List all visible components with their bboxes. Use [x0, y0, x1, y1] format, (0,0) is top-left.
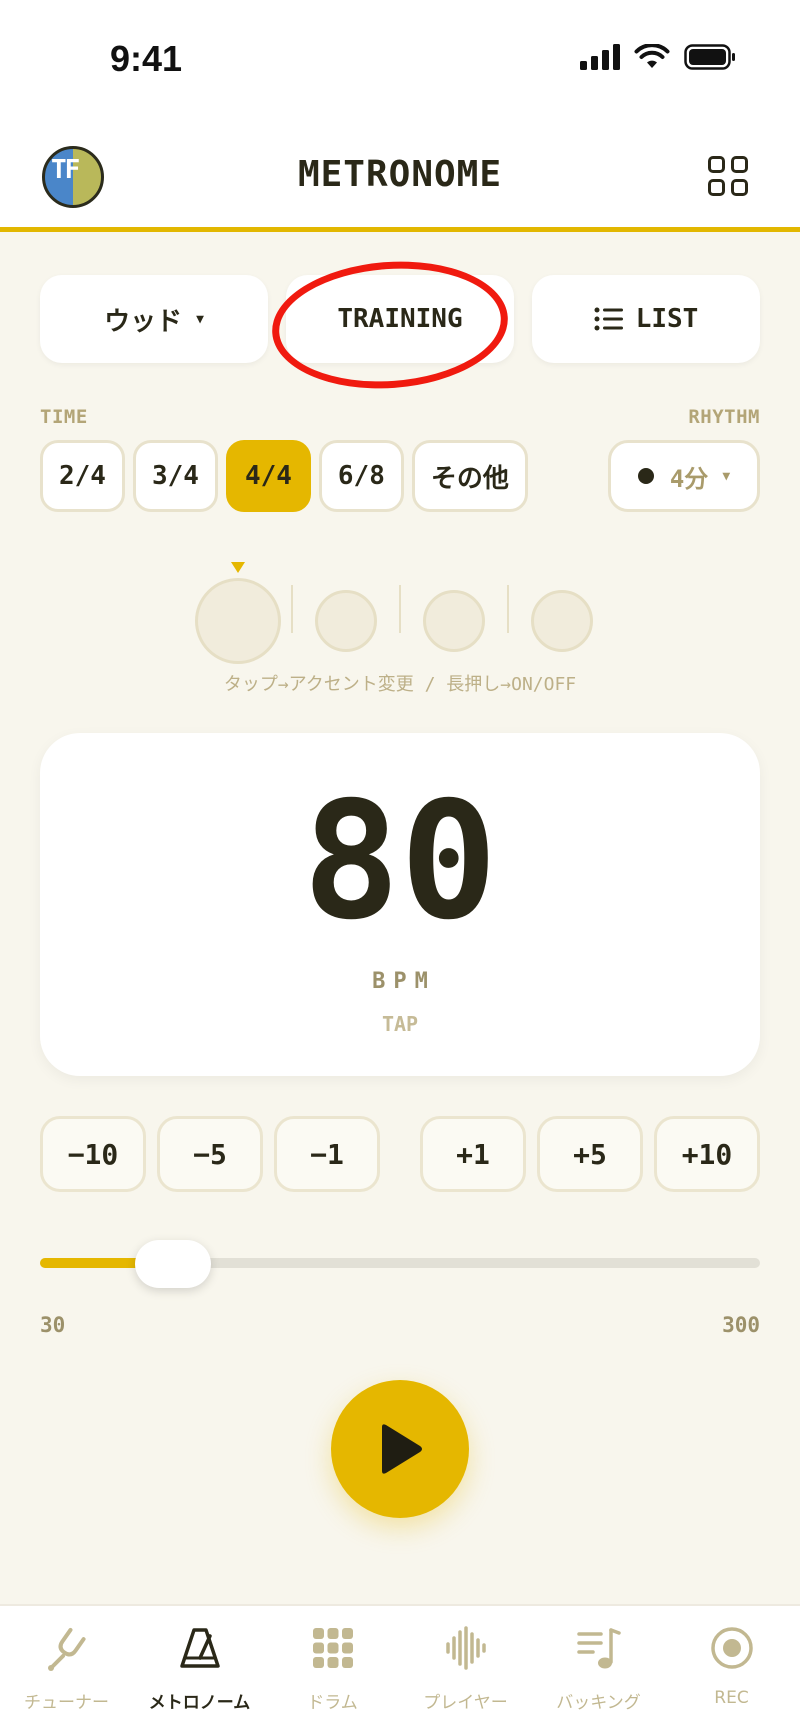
tab-label: メトロノーム: [148, 1693, 251, 1713]
bpm-display-card[interactable]: 80 BPM TAP: [40, 733, 760, 1076]
music-list-icon: [532, 1624, 665, 1672]
time-signature-group: 2/4 3/4 4/4 6/8 その他: [40, 440, 528, 512]
time-option-4-4[interactable]: 4/4: [225, 440, 311, 512]
bpm-value: 80: [302, 768, 498, 956]
time-section-label: TIME: [40, 406, 88, 428]
tab-label: プレイヤー: [423, 1693, 508, 1713]
app-header: TF METRONOME: [0, 120, 800, 232]
tab-label: チューナー: [24, 1693, 109, 1713]
bpm-unit-label: BPM: [372, 969, 436, 994]
wifi-icon: [634, 44, 670, 68]
tab-tuner[interactable]: チューナー: [0, 1606, 133, 1734]
list-label: LIST: [635, 304, 699, 334]
list-button[interactable]: LIST: [532, 275, 760, 363]
time-option-6-8[interactable]: 6/8: [318, 440, 404, 512]
status-icons: [580, 44, 736, 70]
beat-divider: [291, 585, 293, 633]
grid-cell: [708, 179, 725, 196]
bpm-plus-10-button[interactable]: +10: [654, 1116, 760, 1192]
rhythm-section-label: RHYTHM: [688, 406, 760, 428]
rhythm-value: 4分: [669, 464, 709, 493]
tab-rec[interactable]: REC: [665, 1606, 798, 1734]
tab-label: ドラム: [307, 1693, 358, 1713]
beat-indicator-3[interactable]: [423, 590, 485, 652]
current-beat-marker: [231, 562, 245, 573]
waveform-icon: [399, 1624, 532, 1672]
tab-label: REC: [714, 1688, 749, 1708]
beat-indicator-2[interactable]: [315, 590, 377, 652]
bpm-max-label: 300: [722, 1313, 760, 1337]
battery-icon: [684, 44, 735, 70]
status-time: 9:41: [110, 38, 183, 79]
play-button[interactable]: [331, 1380, 469, 1518]
drum-pad-grid-icon: [266, 1624, 399, 1672]
grid-menu-icon[interactable]: [708, 156, 748, 196]
beat-hint-text: タップ→アクセント変更 / 長押し→ON/OFF: [223, 674, 577, 695]
tab-metronome[interactable]: メトロノーム: [133, 1606, 266, 1734]
bpm-minus-5-button[interactable]: −5: [157, 1116, 263, 1192]
chevron-down-icon: ▼: [722, 468, 731, 484]
record-icon: [665, 1624, 798, 1672]
tap-tempo-label[interactable]: TAP: [40, 1012, 760, 1036]
status-bar: 9:41: [0, 0, 800, 120]
bpm-slider-thumb[interactable]: [135, 1240, 212, 1288]
beat-indicator-4[interactable]: [531, 590, 593, 652]
tuning-fork-icon: [0, 1624, 133, 1672]
time-option-other[interactable]: その他: [411, 440, 528, 512]
rhythm-select-button[interactable]: 4分 ▼: [608, 440, 760, 512]
quarter-note-dot-icon: [637, 468, 654, 484]
metronome-icon: [133, 1624, 266, 1672]
play-icon: [382, 1424, 422, 1474]
tab-drum[interactable]: ドラム: [266, 1606, 399, 1734]
chevron-down-icon: ▼: [196, 311, 204, 327]
time-option-2-4[interactable]: 2/4: [40, 440, 125, 512]
tab-player[interactable]: プレイヤー: [399, 1606, 532, 1734]
grid-cell: [731, 179, 748, 196]
list-icon: [594, 307, 623, 331]
beat-divider: [507, 585, 509, 633]
beat-divider: [399, 585, 401, 633]
bpm-plus-5-button[interactable]: +5: [537, 1116, 643, 1192]
bottom-tab-bar: チューナー メトロノーム ドラム プレイヤー バッキング REC: [0, 1604, 800, 1734]
sound-select-label: ウッド: [104, 306, 183, 337]
time-option-3-4[interactable]: 3/4: [132, 440, 218, 512]
beat-indicator-1[interactable]: [195, 578, 281, 664]
tab-label: バッキング: [556, 1693, 641, 1713]
cellular-signal-icon: [580, 44, 620, 70]
bpm-plus-1-button[interactable]: +1: [420, 1116, 526, 1192]
grid-cell: [708, 156, 725, 173]
bpm-min-label: 30: [40, 1313, 66, 1337]
bpm-minus-10-button[interactable]: −10: [40, 1116, 146, 1192]
sound-select-button[interactable]: ウッド ▼: [40, 275, 268, 363]
grid-cell: [731, 156, 748, 173]
bpm-minus-1-button[interactable]: −1: [274, 1116, 380, 1192]
tab-backing[interactable]: バッキング: [532, 1606, 665, 1734]
page-title: METRONOME: [297, 154, 503, 195]
